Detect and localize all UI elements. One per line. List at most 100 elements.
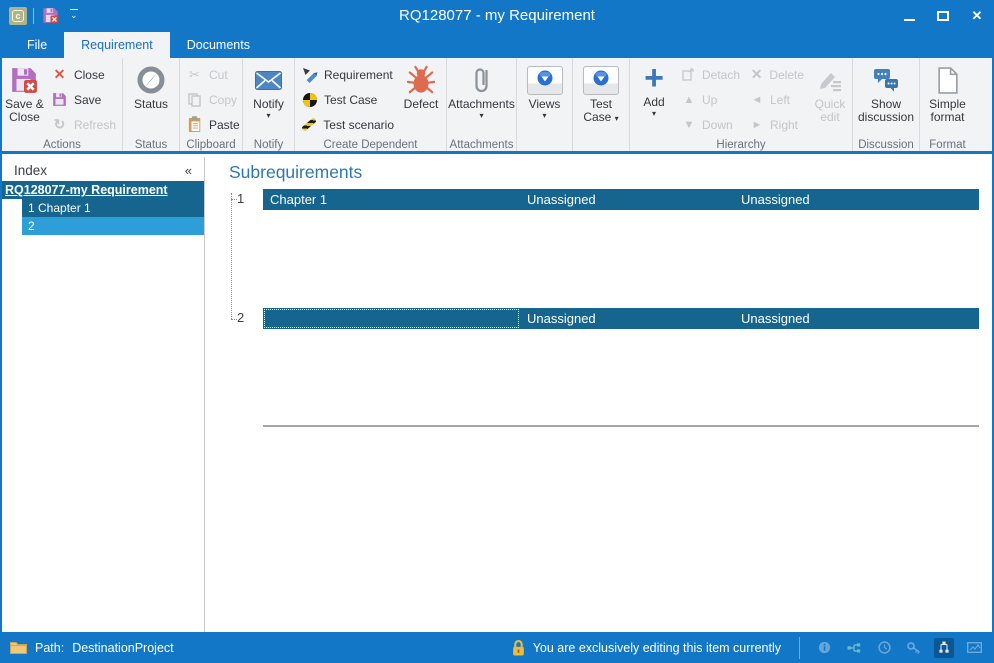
path-value: DestinationProject	[72, 641, 173, 655]
notify-button[interactable]: Notify ▾	[251, 60, 286, 122]
tab-file[interactable]: File	[10, 32, 64, 58]
right-arrow-icon: ►	[750, 119, 764, 131]
group-views: Views ▾	[517, 58, 573, 151]
traceability-button[interactable]	[844, 638, 864, 658]
paste-button[interactable]: Paste	[181, 112, 245, 137]
save-close-button[interactable]: Save & Close	[3, 60, 46, 126]
create-test-case-button[interactable]: Test Case	[296, 87, 399, 112]
close-window-button[interactable]: ✕	[960, 0, 994, 32]
save-icon	[51, 92, 68, 107]
path-label: Path:	[35, 641, 64, 655]
status-bar: Path: DestinationProject You are exclusi…	[0, 632, 994, 663]
key-icon	[907, 641, 921, 654]
subrequirement-row-1[interactable]: Chapter 1 Unassigned Unassigned	[263, 189, 979, 210]
minimize-button[interactable]	[892, 0, 926, 32]
status-button[interactable]: Status	[132, 60, 170, 113]
image-icon	[967, 642, 982, 653]
create-requirement-button[interactable]: Requirement	[296, 62, 399, 87]
paste-icon	[186, 116, 203, 133]
up-button[interactable]: ▲ Up	[677, 87, 745, 112]
group-label-hierarchy: Hierarchy	[630, 139, 852, 151]
refresh-icon: ↻	[51, 116, 68, 133]
refresh-button[interactable]: ↻ Refresh	[46, 112, 121, 137]
group-label-clipboard: Clipboard	[180, 139, 242, 151]
left-button[interactable]: ◄ Left	[745, 87, 809, 112]
ribbon: Save & Close ✕ Close	[2, 58, 992, 154]
list-bottom-divider	[263, 425, 979, 427]
group-status: Status Status	[123, 58, 180, 151]
group-label-format: Format	[920, 139, 975, 151]
row1-title-cell[interactable]: Chapter 1	[263, 189, 520, 210]
info-button[interactable]	[814, 638, 834, 658]
ribbon-tab-row: File Requirement Documents	[2, 32, 992, 58]
key-button[interactable]	[904, 638, 924, 658]
window-controls: ✕	[892, 0, 994, 32]
views-button[interactable]: Views ▾	[525, 60, 565, 122]
copy-icon	[186, 93, 203, 107]
group-label-discussion: Discussion	[853, 139, 919, 151]
statusbar-divider	[799, 637, 800, 659]
quick-edit-button[interactable]: Quick edit	[809, 60, 851, 126]
delete-icon: ✕	[750, 66, 763, 83]
window-body: Save & Close ✕ Close	[2, 58, 992, 632]
save-button[interactable]: Save	[46, 87, 121, 112]
collapse-panel-icon[interactable]: «	[185, 163, 192, 178]
tab-documents[interactable]: Documents	[170, 32, 267, 58]
row2-verifier-cell[interactable]: Unassigned	[734, 308, 979, 329]
quick-edit-icon	[817, 67, 843, 93]
group-label-attachments: Attachments	[447, 139, 516, 151]
maximize-button[interactable]	[926, 0, 960, 32]
history-button[interactable]	[874, 638, 894, 658]
tab-requirement[interactable]: Requirement	[64, 32, 170, 58]
discussion-bubbles-icon	[872, 68, 900, 92]
close-button[interactable]: ✕ Close	[46, 62, 121, 87]
requirement-pencil-icon	[301, 67, 318, 83]
cut-button[interactable]: ✂ Cut	[181, 62, 245, 87]
add-button[interactable]: + Add ▾	[631, 60, 677, 120]
tree-item-root[interactable]: RQ128077-my Requirement	[2, 181, 204, 199]
hierarchy-tree-icon	[937, 641, 951, 654]
group-label-status: Status	[123, 139, 179, 151]
group-actions: Save & Close ✕ Close	[2, 58, 123, 151]
simple-format-button[interactable]: Simple format	[923, 60, 973, 126]
row2-title-cell[interactable]	[263, 308, 520, 329]
dropdown-arrow-icon: ▾	[652, 110, 656, 118]
detach-button[interactable]: Detach	[677, 62, 745, 87]
test-case-views-button[interactable]: Test Case ▾	[576, 60, 626, 127]
subrequirements-panel: Subrequirements 1 Chapter 1 Unassigned U…	[206, 157, 992, 632]
add-plus-icon: +	[644, 64, 664, 92]
down-button[interactable]: ▼ Down	[677, 112, 745, 137]
group-discussion: Show discussion Discussion	[853, 58, 920, 151]
test-case-icon	[301, 93, 318, 107]
history-clock-icon	[878, 641, 891, 654]
index-panel-title: Index	[14, 163, 47, 178]
group-format: Simple format Format	[920, 58, 975, 151]
image-view-button[interactable]	[964, 638, 984, 658]
hierarchy-view-button[interactable]	[934, 638, 954, 658]
subrequirements-heading: Subrequirements	[229, 162, 362, 183]
attachments-button[interactable]: Attachments ▾	[446, 60, 517, 122]
row1-verifier-cell[interactable]: Unassigned	[734, 189, 979, 210]
notify-envelope-icon	[255, 71, 282, 90]
copy-button[interactable]: Copy	[181, 87, 245, 112]
test-case-framed-icon	[583, 66, 619, 95]
show-discussion-button[interactable]: Show discussion	[855, 60, 917, 126]
dropdown-arrow-icon: ▾	[266, 112, 270, 120]
create-test-scenario-button[interactable]: Test scenario	[296, 112, 399, 137]
info-icon	[818, 641, 831, 654]
window-title: RQ128077 - my Requirement	[0, 7, 994, 24]
dropdown-arrow-icon: ▾	[480, 112, 484, 120]
group-hierarchy: + Add ▾ Detach	[630, 58, 853, 151]
group-attachments: Attachments ▾ Attachments	[447, 58, 517, 151]
delete-button[interactable]: ✕ Delete	[745, 62, 809, 87]
row1-assignee-cell[interactable]: Unassigned	[520, 189, 734, 210]
test-scenario-icon	[301, 122, 317, 127]
tree-item-2[interactable]: 2	[22, 217, 204, 235]
subrequirement-row-2[interactable]: Unassigned Unassigned	[263, 308, 979, 329]
tree-item-chapter1[interactable]: 1 Chapter 1	[22, 199, 204, 217]
defect-button[interactable]: Defect	[399, 60, 443, 113]
attachments-paperclip-icon	[472, 64, 492, 96]
up-arrow-icon: ▲	[682, 94, 696, 106]
right-button[interactable]: ► Right	[745, 112, 809, 137]
row2-assignee-cell[interactable]: Unassigned	[520, 308, 734, 329]
